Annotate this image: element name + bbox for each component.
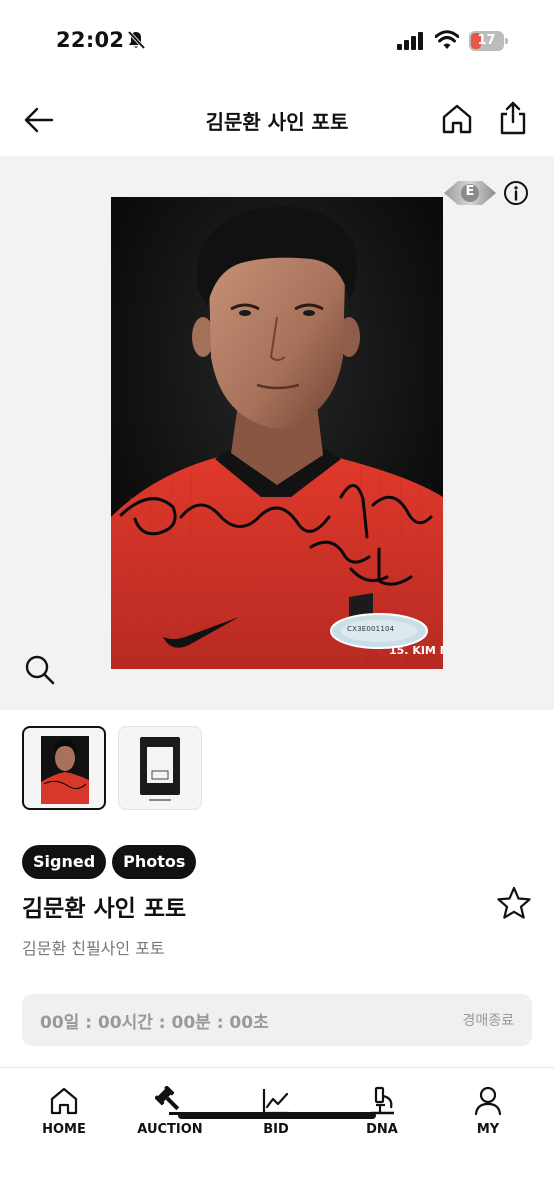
person-icon <box>474 1086 502 1116</box>
nav-my[interactable]: MY <box>443 1086 533 1146</box>
favorite-star-icon[interactable] <box>496 886 532 920</box>
home-indicator[interactable] <box>178 1112 376 1119</box>
thumbnail-case-back[interactable] <box>118 726 202 810</box>
auction-status: 경매종료 <box>462 1013 514 1029</box>
thumbnail-photo-art <box>41 736 89 804</box>
info-icon[interactable] <box>503 180 529 206</box>
countdown-timer: 00일 : 00시간 : 00분 : 00초 <box>40 1013 269 1033</box>
status-bar: 22:02 17 <box>0 0 554 84</box>
status-time: 22:02 <box>56 28 125 52</box>
tag-signed[interactable]: Signed <box>22 845 107 879</box>
nav-auction-label: AUCTION <box>137 1122 203 1137</box>
signed-player-photo[interactable]: CX3E001104 15. KIM M <box>111 197 443 669</box>
photo-caption: 15. KIM M <box>389 644 443 657</box>
product-tags: Signed Photos <box>22 845 197 879</box>
zoom-icon[interactable] <box>24 654 56 686</box>
product-image-viewer[interactable]: CX3E001104 15. KIM M E <box>0 156 554 710</box>
auction-countdown: 00일 : 00시간 : 00분 : 00초 경매종료 <box>22 994 532 1046</box>
thumbnail-photo-front[interactable] <box>22 726 106 810</box>
product-subtitle: 김문환 친필사인 포토 <box>22 939 165 958</box>
nav-bid-label: BID <box>263 1122 289 1137</box>
hologram-code: CX3E001104 <box>347 625 395 633</box>
wifi-icon <box>435 30 459 49</box>
signal-icon <box>397 32 423 50</box>
image-thumbnails <box>0 726 554 812</box>
nav-home[interactable]: HOME <box>19 1086 109 1146</box>
share-icon[interactable] <box>496 100 530 136</box>
grade-badge-letter: E <box>465 184 475 199</box>
bell-muted-icon <box>127 30 146 50</box>
bottom-navigation: HOME AUCTION BID DNA MY <box>0 1067 554 1200</box>
nav-my-label: MY <box>476 1122 500 1137</box>
home-icon <box>50 1087 78 1115</box>
top-app-bar: 김문환 사인 포토 <box>0 84 554 156</box>
player-photo-art <box>111 197 443 669</box>
nav-home-label: HOME <box>42 1122 86 1137</box>
battery-level: 17 <box>477 33 496 48</box>
product-title: 김문환 사인 포토 <box>22 896 187 922</box>
battery-icon: 17 <box>469 31 509 51</box>
nav-dna-label: DNA <box>366 1122 398 1137</box>
home-icon[interactable] <box>440 102 474 136</box>
tag-photos[interactable]: Photos <box>112 845 197 879</box>
thumbnail-case-art <box>140 737 180 801</box>
